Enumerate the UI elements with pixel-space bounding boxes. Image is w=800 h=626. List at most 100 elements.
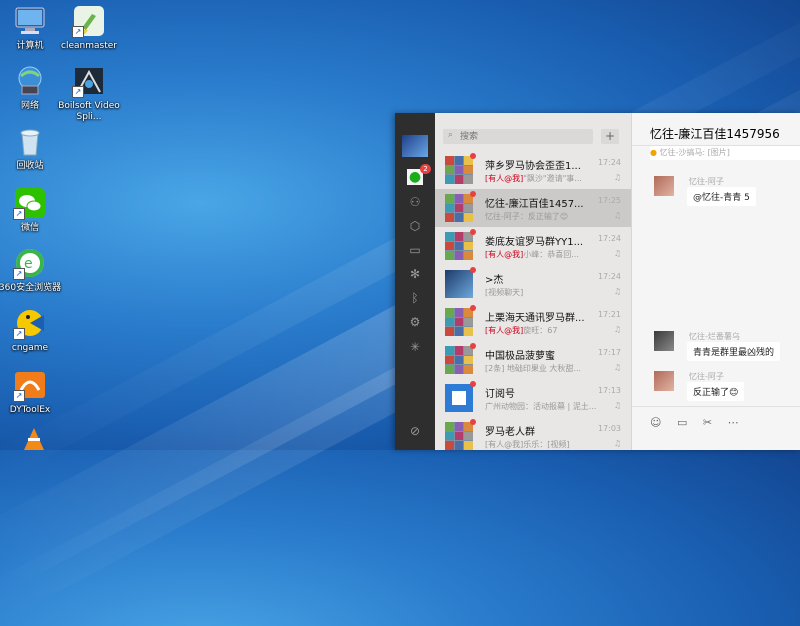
sparkle-icon[interactable]: ✳ <box>407 339 423 355</box>
conversation-preview: [有人@我]"飘沙"邀请"事... <box>485 173 600 184</box>
conversation-item[interactable]: 萍乡罗马协会歪歪1... 17:24 [有人@我]"飘沙"邀请"事... ♫ <box>435 151 631 189</box>
preview-text: 小峰：恭喜回... <box>523 250 579 259</box>
pinned-notice[interactable]: ● 忆往-沙搞马: [图片] <box>650 146 800 160</box>
desktop-icon-label: Boilsoft Video Spli... <box>58 101 120 122</box>
desktop-icon-boilsoft[interactable]: ↗ Boilsoft Video Spli... <box>54 64 124 123</box>
conversation-name: 中国极品菠萝蜜 <box>485 351 555 362</box>
shortcut-arrow-icon: ↗ <box>72 86 84 98</box>
svg-text:e: e <box>24 256 33 272</box>
conversation-name: 订阅号 <box>485 389 515 400</box>
sender-name: 忆往-烂番薯乌 <box>689 332 740 341</box>
unread-dot <box>470 343 476 349</box>
conversation-preview: 广州动物园：活动报幕 | 泥土... <box>485 401 600 412</box>
user-avatar[interactable] <box>402 135 428 157</box>
chat-icon[interactable]: ● 2 <box>407 164 431 185</box>
mention-tag: [有人@我] <box>485 174 524 183</box>
conversation-item[interactable]: 娄底友谊罗马群YY1... 17:24 [有人@我]小峰：恭喜回... ♫ <box>435 227 631 265</box>
unread-badge: 2 <box>420 164 431 174</box>
butterfly-icon[interactable]: ᛒ <box>407 290 423 306</box>
aperture-icon[interactable]: ✻ <box>407 266 423 282</box>
mute-icon: ♫ <box>613 363 621 372</box>
conversation-time: 17:24 <box>597 272 621 281</box>
shortcut-arrow-icon: ↗ <box>13 390 25 402</box>
more-icon[interactable]: ⋯ <box>728 416 739 429</box>
desktop-icon-cleanmaster[interactable]: ↗ cleanmaster <box>54 4 124 52</box>
desktop-icon-recycle-bin[interactable]: 回收站 <box>0 124 65 172</box>
unread-dot <box>470 305 476 311</box>
message-bubble[interactable]: @忆往-青青 5 <box>687 187 756 206</box>
scissors-icon[interactable]: ✂ <box>703 416 712 429</box>
conversation-name: 上栗海天通讯罗马群... <box>485 313 585 324</box>
wechat-icon: ↗ <box>13 186 47 220</box>
unread-dot <box>470 191 476 197</box>
unread-dot <box>470 153 476 159</box>
browser-icon: e ↗ <box>13 246 47 280</box>
conversation-list: ⌕ + 萍乡罗马协会歪歪1...17:24[有人@我]"飘沙"邀请"事...♫忆… <box>435 113 632 450</box>
conversation-time: 17:24 <box>597 234 621 243</box>
conversation-preview: [有人@我]乐乐：[视频] <box>485 439 600 450</box>
mute-icon: ♫ <box>613 249 621 258</box>
user-avatar <box>445 270 473 298</box>
shortcut-arrow-icon: ↗ <box>13 268 25 280</box>
preview-text: [视频聊天] <box>485 288 524 297</box>
mute-icon: ♫ <box>613 401 621 410</box>
sender-name: 忆往-阿子 <box>689 177 724 186</box>
shortcut-arrow-icon: ↗ <box>13 328 25 340</box>
conversation-name: 萍乡罗马协会歪歪1... <box>485 161 581 172</box>
network-icon <box>13 64 47 98</box>
notice-icon: ● <box>650 148 657 157</box>
group-avatar <box>445 422 473 450</box>
wechat-sidebar: ● 2 ⚇ ⬡ ▭ ✻ ᛒ ⚙ ✳ ⊘ <box>395 113 435 450</box>
conversation-time: 17:25 <box>597 196 621 205</box>
conversation-preview: [视频聊天] <box>485 287 600 298</box>
sender-avatar[interactable] <box>654 176 674 196</box>
conversation-time: 17:24 <box>597 158 621 167</box>
sender-avatar[interactable] <box>654 331 674 351</box>
sender-avatar[interactable] <box>654 371 674 391</box>
desktop-icon-label: 微信 <box>20 223 39 233</box>
conversation-preview: [有人@我]旋旺：67 <box>485 325 600 336</box>
conversation-preview: [2条] 地础印果业 大秋甜... <box>485 363 600 374</box>
shortcut-arrow-icon: ↗ <box>72 26 84 38</box>
mute-icon: ♫ <box>613 173 621 182</box>
desktop-icon-label: 回收站 <box>16 161 44 171</box>
conversation-time: 17:17 <box>597 348 621 357</box>
message-bubble[interactable]: 青青是群里最凶残的 <box>687 342 781 361</box>
desktop-icon-cngame[interactable]: ↗ cngame <box>0 306 65 354</box>
conversation-preview: 忆往-阿子：反正输了😊 <box>485 211 600 222</box>
conversation-item[interactable]: 罗马老人群 17:03 [有人@我]乐乐：[视频] ♫ <box>435 417 631 455</box>
desktop-icon-360-browser[interactable]: e ↗ 360安全浏览器 <box>0 246 65 294</box>
folder-icon[interactable]: ▭ <box>407 242 423 258</box>
conversation-name: 娄底友谊罗马群YY1... <box>485 237 584 248</box>
conversation-item[interactable]: 忆往-廉江百佳1457... 17:25 忆往-阿子：反正输了😊 ♫ <box>435 189 631 227</box>
group-avatar <box>445 194 473 222</box>
conversation-item[interactable]: 中国极品菠萝蜜 17:17 [2条] 地础印果业 大秋甜... ♫ <box>435 341 631 379</box>
link-icon[interactable]: ⊘ <box>407 423 423 439</box>
unread-dot <box>470 267 476 273</box>
unread-dot <box>470 419 476 425</box>
desktop-icon-wechat[interactable]: ↗ 微信 <box>0 186 65 234</box>
message-bubble[interactable]: 反正输了😊 <box>687 382 745 401</box>
desktop-icon-label: cngame <box>11 343 49 353</box>
mention-tag: [有人@我] <box>485 326 524 335</box>
search-input[interactable] <box>460 129 585 144</box>
conversation-name: >杰 <box>485 275 504 286</box>
desktop-icon-dytoolex[interactable]: ↗ DYToolEx <box>0 368 65 416</box>
mention-tag: [有人@我] <box>485 250 524 259</box>
vlc-icon[interactable] <box>22 428 46 450</box>
broom-icon: ↗ <box>72 4 106 38</box>
folder-icon[interactable]: ▭ <box>677 416 687 429</box>
conversation-item[interactable]: 上栗海天通讯罗马群... 17:21 [有人@我]旋旺：67 ♫ <box>435 303 631 341</box>
game-icon: ↗ <box>13 306 47 340</box>
conversation-item[interactable]: 订阅号 17:13 广州动物园：活动报幕 | 泥土... ♫ <box>435 379 631 417</box>
cube-icon[interactable]: ⬡ <box>407 218 423 234</box>
conversation-item[interactable]: >杰 17:24 [视频聊天] ♫ <box>435 265 631 303</box>
emoji-icon[interactable]: ☺ <box>650 416 661 429</box>
preview-text: "飘沙"邀请"事... <box>523 174 582 183</box>
conversation-time: 17:21 <box>597 310 621 319</box>
add-chat-button[interactable]: + <box>601 129 619 144</box>
search-box[interactable]: ⌕ <box>443 129 593 144</box>
settings-icon[interactable]: ⚙ <box>407 314 423 330</box>
group-avatar <box>445 346 473 374</box>
contacts-icon[interactable]: ⚇ <box>407 194 423 210</box>
